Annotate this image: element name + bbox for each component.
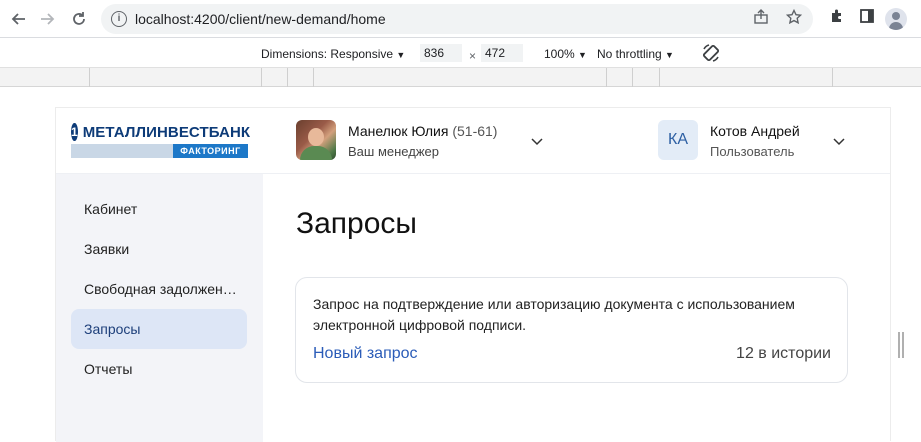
manager-menu[interactable]: Манелюк Юлия (51-61) Ваш менеджер [296,120,556,162]
logo-mark-icon: 1 [71,123,78,141]
height-input[interactable] [481,44,523,62]
dimensions-label: Dimensions: Responsive [261,47,394,61]
dimensions-dropdown[interactable]: Dimensions: Responsive ▼ [261,47,405,61]
ruler-tick [89,68,90,87]
device-toolbar: Dimensions: Responsive ▼ × 100% ▼ No thr… [0,38,921,68]
browser-toolbar: i localhost:4200/client/new-demand/home [0,0,921,38]
times-sign: × [469,49,477,63]
share-icon[interactable] [751,9,771,29]
card-description: Запрос на подтверждение или авторизацию … [313,296,795,333]
user-initials-avatar: КА [658,120,698,160]
ruler-tick [287,68,288,87]
caret-down-icon: ▼ [578,50,587,60]
address-bar[interactable]: i localhost:4200/client/new-demand/home [101,4,813,34]
reload-icon[interactable] [66,6,92,32]
sidebar-item-cabinet[interactable]: Кабинет [71,189,247,229]
width-input[interactable] [420,44,462,62]
emulated-viewport: 1 МЕТАЛЛИНВЕСТБАНК ФАКТОРИНГ Манелюк Юли… [0,87,921,442]
viewport-resize-handle[interactable] [898,332,904,358]
forward-arrow-icon[interactable] [34,6,60,32]
bank-logo[interactable]: 1 МЕТАЛЛИНВЕСТБАНК ФАКТОРИНГ [71,122,251,158]
main-content: Запросы Запрос на подтверждение или авто… [263,174,890,442]
back-arrow-icon[interactable] [6,6,32,32]
app-header: 1 МЕТАЛЛИНВЕСТБАНК ФАКТОРИНГ Манелюк Юли… [56,108,890,174]
manager-extension: (51-61) [452,123,498,139]
sidebar-nav: Кабинет Заявки Свободная задолжен… Запро… [56,174,263,442]
manager-name-text: Манелюк Юлия [348,123,449,139]
user-menu[interactable]: КА Котов Андрей Пользователь [658,120,858,162]
throttling-label: No throttling [597,47,662,61]
sidebar-item-requests[interactable]: Запросы [71,309,247,349]
manager-avatar [296,120,336,160]
throttling-dropdown[interactable]: No throttling ▼ [597,47,674,61]
request-card: Запрос на подтверждение или авторизацию … [295,277,848,383]
sidebar-item-reports[interactable]: Отчеты [71,349,247,389]
zoom-label: 100% [544,47,575,61]
new-request-link[interactable]: Новый запрос [313,345,418,363]
caret-down-icon: ▼ [665,50,674,60]
user-name: Котов Андрей [710,123,800,139]
extensions-puzzle-icon[interactable] [826,8,848,30]
rotate-device-icon[interactable] [701,43,721,63]
ruler-tick [606,68,607,87]
caret-down-icon: ▼ [396,50,406,60]
chevron-down-icon[interactable] [833,135,845,147]
logo-name: МЕТАЛЛИНВЕСТБАНК [82,123,251,141]
url-text[interactable]: localhost:4200/client/new-demand/home [135,11,386,27]
user-role: Пользователь [710,144,795,159]
page-title: Запросы [296,207,417,240]
bookmark-star-icon[interactable] [784,8,804,29]
sidebar-item-applications[interactable]: Заявки [71,229,247,269]
zoom-dropdown[interactable]: 100% ▼ [544,47,587,61]
logo-subtitle: ФАКТОРИНГ [173,144,248,158]
chevron-down-icon[interactable] [531,135,543,147]
ruler-tick [313,68,314,87]
app-window: 1 МЕТАЛЛИНВЕСТБАНК ФАКТОРИНГ Манелюк Юли… [55,107,891,442]
profile-avatar-icon[interactable] [885,8,907,30]
site-info-icon[interactable]: i [111,11,127,27]
ruler-tick [261,68,262,87]
manager-name: Манелюк Юлия (51-61) [348,123,497,139]
manager-role: Ваш менеджер [348,144,439,159]
sidebar-item-free-debt[interactable]: Свободная задолжен… [71,269,247,309]
history-count: 12 в истории [736,345,831,362]
media-query-ruler [0,68,921,87]
logo-stripe: ФАКТОРИНГ [71,144,248,158]
ruler-tick [632,68,633,87]
side-panel-icon[interactable] [856,8,878,30]
ruler-tick [832,68,833,87]
ruler-tick [659,68,660,87]
